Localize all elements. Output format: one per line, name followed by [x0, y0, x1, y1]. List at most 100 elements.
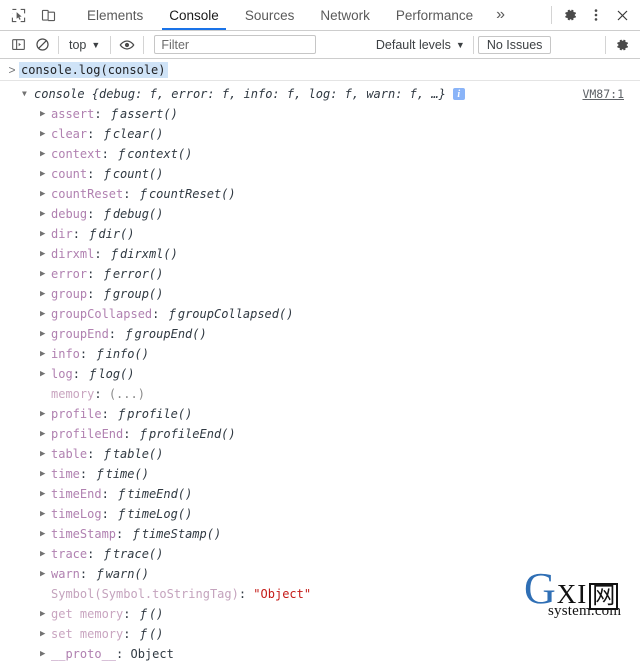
expand-arrow-icon[interactable]: ▶	[40, 149, 51, 159]
property-value: count()	[112, 167, 164, 181]
console-result-row: ▼ console {debug: f, error: f, info: f, …	[0, 84, 640, 104]
expand-arrow-icon[interactable]: ▶	[40, 569, 51, 579]
property-name: warn	[51, 567, 80, 581]
function-glyph-icon: ƒ	[118, 487, 126, 501]
expand-arrow-icon[interactable]: ▶	[40, 489, 51, 499]
gear-icon[interactable]	[558, 3, 582, 27]
live-expression-eye-icon[interactable]	[115, 33, 139, 57]
expand-arrow-icon[interactable]: ▶	[40, 129, 51, 139]
object-property-row[interactable]: ▶ get memory: ƒ()	[0, 604, 640, 624]
expand-arrow-icon[interactable]: ▶	[40, 309, 51, 319]
chevron-down-icon: ▼	[91, 40, 101, 50]
function-glyph-icon: ƒ	[103, 547, 111, 561]
expand-arrow-icon[interactable]: ▶	[40, 349, 51, 359]
expand-arrow-icon[interactable]: ▶	[40, 289, 51, 299]
object-property-row[interactable]: memory: (...)	[0, 384, 640, 404]
object-property-row[interactable]: ▶ warn: ƒ warn()	[0, 564, 640, 584]
object-property-row[interactable]: ▶ table: ƒ table()	[0, 444, 640, 464]
property-value: countReset()	[148, 187, 236, 201]
object-property-row[interactable]: ▶ clear: ƒ clear()	[0, 124, 640, 144]
tab-console[interactable]: Console	[156, 0, 232, 30]
property-name: profileEnd	[51, 427, 124, 441]
property-colon: :	[72, 367, 88, 381]
property-value: dir()	[98, 227, 135, 241]
tab-elements[interactable]: Elements	[74, 0, 156, 30]
expand-arrow-icon[interactable]: ▶	[40, 249, 51, 259]
source-link[interactable]: VM87:1	[582, 87, 624, 101]
clear-console-icon[interactable]	[30, 33, 54, 57]
tab-performance[interactable]: Performance	[383, 0, 486, 30]
more-tabs-chevron-icon[interactable]: »	[486, 0, 515, 30]
object-property-row[interactable]: ▶ trace: ƒ trace()	[0, 544, 640, 564]
object-property-row[interactable]: ▶ set memory: ƒ()	[0, 624, 640, 644]
object-property-row[interactable]: ▶ groupEnd: ƒ groupEnd()	[0, 324, 640, 344]
object-property-row[interactable]: ▶ timeLog: ƒ timeLog()	[0, 504, 640, 524]
tab-sources[interactable]: Sources	[232, 0, 308, 30]
property-value: warn()	[105, 567, 149, 581]
object-property-row[interactable]: ▶ group: ƒ group()	[0, 284, 640, 304]
info-badge-icon[interactable]: i	[452, 88, 465, 100]
function-glyph-icon: ƒ	[103, 167, 111, 181]
expand-arrow-icon[interactable]: ▶	[40, 449, 51, 459]
object-property-row[interactable]: ▶ assert: ƒ assert()	[0, 104, 640, 124]
object-property-row[interactable]: ▶ profile: ƒ profile()	[0, 404, 640, 424]
property-name: countReset	[51, 187, 124, 201]
console-sidebar-icon[interactable]	[6, 33, 30, 57]
expand-arrow-icon[interactable]: ▶	[40, 629, 51, 639]
object-property-row[interactable]: ▶ timeStamp: ƒ timeStamp()	[0, 524, 640, 544]
console-prompt-row[interactable]: > console.log(console)	[0, 59, 640, 81]
function-glyph-icon: ƒ	[103, 127, 111, 141]
tabbar-right-icons	[547, 0, 640, 30]
object-property-row[interactable]: ▶ dirxml: ƒ dirxml()	[0, 244, 640, 264]
object-property-row[interactable]: ▶ dir: ƒ dir()	[0, 224, 640, 244]
expand-arrow-icon[interactable]: ▶	[40, 169, 51, 179]
property-name: clear	[51, 127, 88, 141]
expand-arrow-icon[interactable]: ▶	[40, 189, 51, 199]
object-property-row[interactable]: ▶ countReset: ƒ countReset()	[0, 184, 640, 204]
close-icon[interactable]	[610, 3, 634, 27]
expand-arrow-icon[interactable]: ▶	[40, 529, 51, 539]
object-property-row[interactable]: ▶ groupCollapsed: ƒ groupCollapsed()	[0, 304, 640, 324]
object-property-row[interactable]: ▶ timeEnd: ƒ timeEnd()	[0, 484, 640, 504]
object-property-row[interactable]: ▶ time: ƒ time()	[0, 464, 640, 484]
expand-arrow-icon[interactable]: ▶	[40, 109, 51, 119]
expand-arrow-icon[interactable]: ▶	[40, 609, 51, 619]
object-property-list: ▶ assert: ƒ assert() ▶ clear: ƒ clear() ▶ conte…	[0, 104, 640, 664]
expand-arrow-icon[interactable]: ▶	[40, 269, 51, 279]
devtools-tabbar: Elements Console Sources Network Perform…	[0, 0, 640, 31]
expand-arrow-icon[interactable]: ▶	[40, 549, 51, 559]
object-property-row[interactable]: ▶ info: ƒ info()	[0, 344, 640, 364]
object-property-row[interactable]: ▶ error: ƒ error()	[0, 264, 640, 284]
expand-arrow-icon[interactable]: ▶	[40, 329, 51, 339]
property-colon: :	[116, 527, 131, 541]
expand-arrow-icon[interactable]: ▶	[40, 509, 51, 519]
expand-arrow-icon[interactable]: ▼	[22, 90, 34, 98]
object-property-row[interactable]: ▶ context: ƒ context()	[0, 144, 640, 164]
object-property-row[interactable]: ▶ profileEnd: ƒ profileEnd()	[0, 424, 640, 444]
execution-context-selector[interactable]: top ▼	[63, 36, 106, 54]
log-levels-selector[interactable]: Default levels ▼	[372, 36, 469, 54]
expand-arrow-icon[interactable]: ▶	[40, 369, 51, 379]
object-property-row[interactable]: ▶ debug: ƒ debug()	[0, 204, 640, 224]
kebab-menu-icon[interactable]	[584, 3, 608, 27]
tab-network[interactable]: Network	[307, 0, 383, 30]
object-property-row[interactable]: ▶ log: ƒ log()	[0, 364, 640, 384]
property-value: Object	[130, 647, 174, 661]
expand-arrow-icon[interactable]: ▶	[40, 429, 51, 439]
filter-input[interactable]	[154, 35, 317, 54]
object-property-row[interactable]: ▶ count: ƒ count()	[0, 164, 640, 184]
expand-arrow-icon[interactable]: ▶	[40, 649, 51, 659]
object-property-row[interactable]: ▶ __proto__: Object	[0, 644, 640, 664]
expand-arrow-icon[interactable]: ▶	[40, 469, 51, 479]
expand-arrow-icon[interactable]: ▶	[40, 229, 51, 239]
expand-arrow-icon[interactable]: ▶	[40, 209, 51, 219]
device-toolbar-icon[interactable]	[36, 3, 60, 27]
issues-button[interactable]: No Issues	[477, 35, 552, 54]
function-glyph-icon: ƒ	[103, 267, 111, 281]
execution-context-label: top	[69, 37, 87, 52]
console-input-text[interactable]: console.log(console)	[19, 61, 168, 78]
console-settings-gear-icon[interactable]	[610, 33, 634, 57]
inspect-cursor-icon[interactable]	[6, 3, 30, 27]
expand-arrow-icon[interactable]: ▶	[40, 409, 51, 419]
object-property-row[interactable]: Symbol(Symbol.toStringTag): "Object"	[0, 584, 640, 604]
